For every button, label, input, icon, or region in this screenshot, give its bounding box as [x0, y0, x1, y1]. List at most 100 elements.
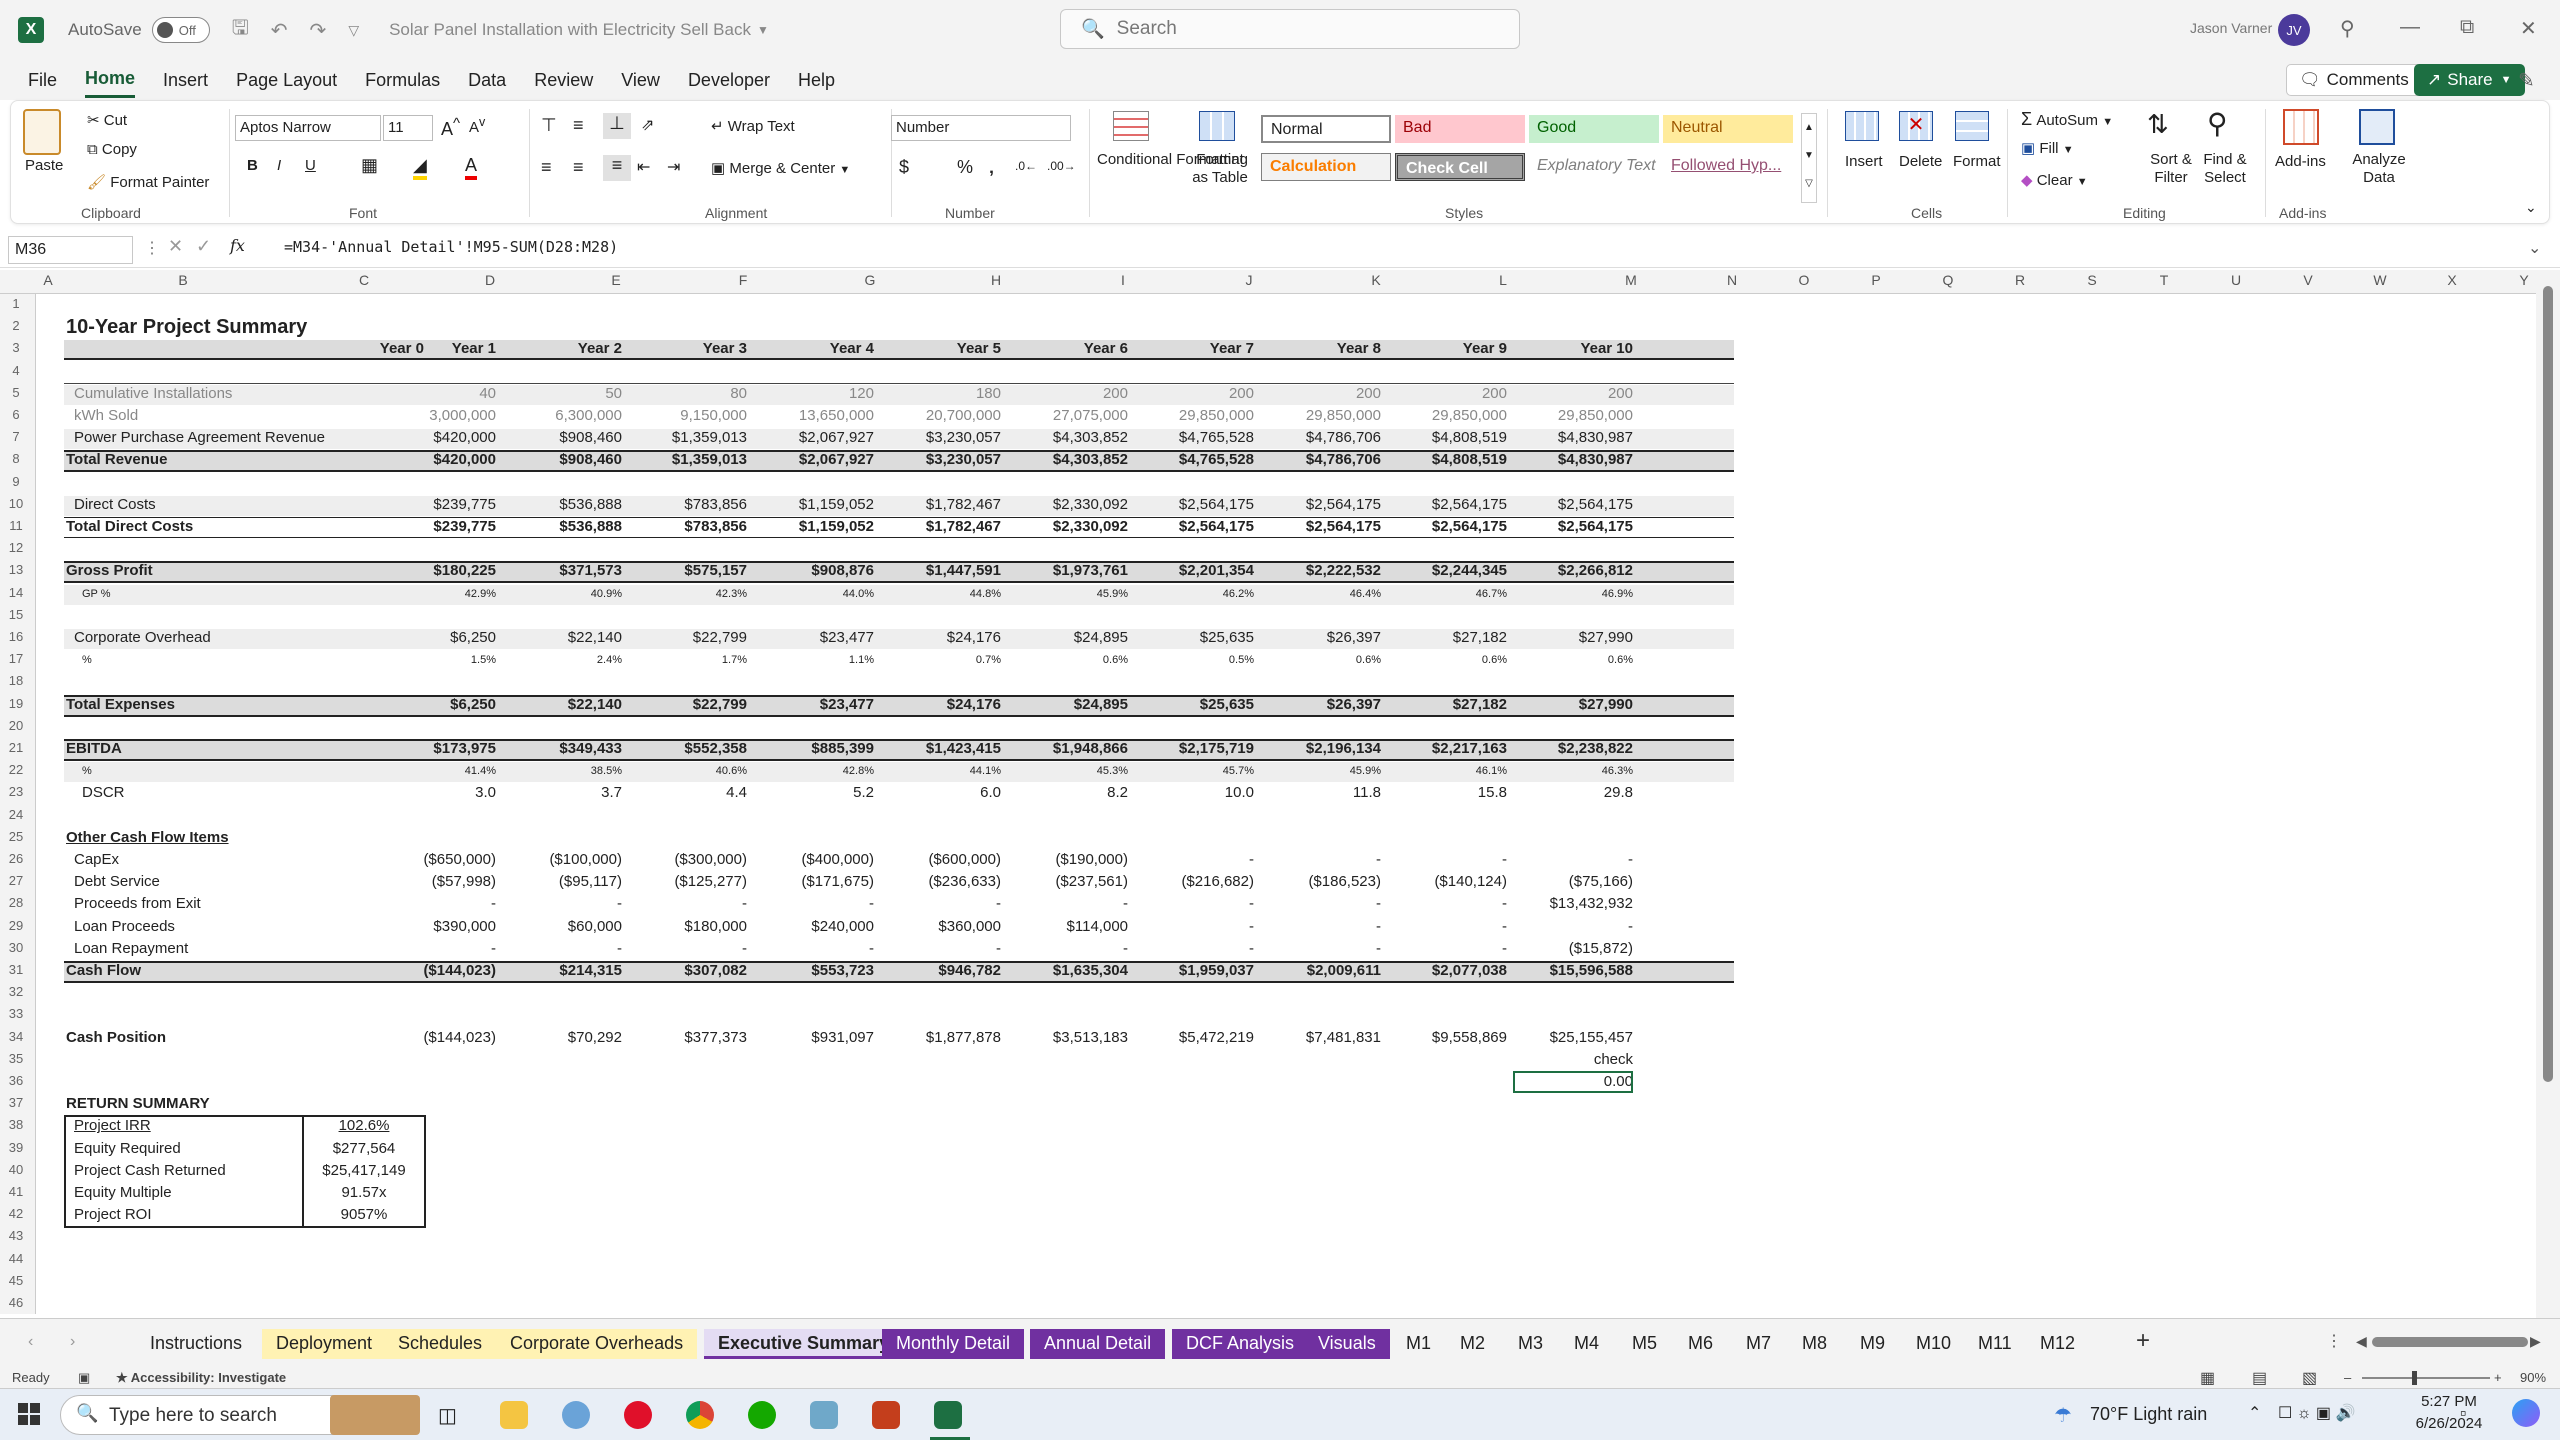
value-cell[interactable]: 45.3% [1008, 760, 1128, 782]
value-cell[interactable]: 200 [1008, 383, 1128, 405]
column-header-R[interactable]: R [2000, 272, 2040, 288]
row-header-22[interactable]: 22 [0, 762, 32, 777]
value-cell[interactable]: $2,564,175 [1261, 516, 1381, 538]
style-neutral[interactable]: Neutral [1663, 115, 1793, 143]
delete-cells-icon[interactable]: ✕ [1899, 111, 1933, 141]
row-header-35[interactable]: 35 [0, 1051, 32, 1066]
italic-icon[interactable]: I [277, 157, 281, 174]
value-cell[interactable]: ($400,000) [754, 849, 874, 871]
copy-button[interactable]: ⧉ Copy [87, 141, 137, 158]
value-cell[interactable]: $114,000 [1008, 916, 1128, 938]
value-cell[interactable]: - [1134, 916, 1254, 938]
tab-m10[interactable]: M10 [1902, 1329, 1965, 1359]
value-cell[interactable]: $1,635,304 [1008, 960, 1128, 982]
accessibility-status[interactable]: ★ Accessibility: Investigate [116, 1370, 286, 1386]
row-header-32[interactable]: 32 [0, 984, 32, 999]
tab-m7[interactable]: M7 [1732, 1329, 1785, 1359]
row-header-18[interactable]: 18 [0, 673, 32, 688]
value-cell[interactable]: 0.6% [1513, 649, 1633, 671]
value-cell[interactable]: - [1008, 938, 1128, 960]
row-header-23[interactable]: 23 [0, 784, 32, 799]
value-cell[interactable]: 15.8 [1387, 782, 1507, 804]
value-cell[interactable]: 80 [627, 383, 747, 405]
paste-icon[interactable] [23, 109, 61, 155]
row-header-7[interactable]: 7 [0, 429, 32, 444]
column-header-L[interactable]: L [1483, 272, 1523, 288]
value-cell[interactable]: 2.4% [502, 649, 622, 671]
tab-m5[interactable]: M5 [1618, 1329, 1671, 1359]
value-cell[interactable]: ($236,633) [881, 871, 1001, 893]
value-cell[interactable]: $552,358 [627, 738, 747, 760]
align-bottom-icon[interactable]: ⊥ [603, 113, 631, 139]
value-cell[interactable]: $420,000 [376, 449, 496, 471]
value-cell[interactable]: 5.2 [754, 782, 874, 804]
font-name-select[interactable]: Aptos Narrow [235, 115, 381, 141]
row-header-15[interactable]: 15 [0, 607, 32, 622]
row-header-26[interactable]: 26 [0, 851, 32, 866]
row-header-3[interactable]: 3 [0, 340, 32, 355]
font-color-icon[interactable]: A [465, 155, 478, 180]
tab-monthly-detail[interactable]: Monthly Detail [882, 1329, 1025, 1359]
number-format-select[interactable]: Number [891, 115, 1071, 141]
worksheet[interactable]: 10-Year Project Summary Year 0 Year 1 Year … [36, 294, 2536, 1314]
value-cell[interactable]: $931,097 [754, 1027, 874, 1049]
tab-m8[interactable]: M8 [1788, 1329, 1841, 1359]
column-header-D[interactable]: D [470, 272, 510, 288]
value-cell[interactable]: $3,513,183 [1008, 1027, 1128, 1049]
analyze-data-icon[interactable] [2359, 109, 2395, 145]
analyze-data-button[interactable]: Analyze Data [2351, 151, 2407, 187]
value-cell[interactable]: $22,799 [627, 627, 747, 649]
value-cell[interactable]: $783,856 [627, 494, 747, 516]
column-header-K[interactable]: K [1356, 272, 1396, 288]
value-cell[interactable]: 0.7% [881, 649, 1001, 671]
tab-instructions[interactable]: Instructions [136, 1329, 256, 1359]
value-cell[interactable]: 20,700,000 [881, 405, 1001, 427]
value-cell[interactable]: $1,359,013 [627, 427, 747, 449]
value-cell[interactable]: $6,250 [376, 694, 496, 716]
value-cell[interactable]: $2,238,822 [1513, 738, 1633, 760]
value-cell[interactable]: 6,300,000 [502, 405, 622, 427]
value-cell[interactable]: $26,397 [1261, 694, 1381, 716]
row-header-16[interactable]: 16 [0, 629, 32, 644]
value-cell[interactable]: $5,472,219 [1134, 1027, 1254, 1049]
add-ins-button[interactable]: Add-ins [2275, 153, 2326, 170]
value-cell[interactable]: $27,182 [1387, 627, 1507, 649]
value-cell[interactable]: $360,000 [881, 916, 1001, 938]
value-cell[interactable]: 1.1% [754, 649, 874, 671]
enter-icon[interactable]: ✓ [196, 236, 211, 257]
increase-font-icon[interactable]: A^ [441, 115, 460, 140]
notification-icon[interactable]: ▫ [2460, 1403, 2466, 1424]
value-cell[interactable]: 29,850,000 [1261, 405, 1381, 427]
column-header-B[interactable]: B [163, 272, 203, 288]
row-header-34[interactable]: 34 [0, 1029, 32, 1044]
menu-review[interactable]: Review [534, 64, 593, 97]
fill-button[interactable]: ▣ Fill ▼ [2021, 139, 2074, 157]
format-cells-icon[interactable] [1955, 111, 1989, 141]
fill-color-icon[interactable]: ◢ [413, 155, 427, 180]
value-cell[interactable]: 46.2% [1134, 583, 1254, 605]
value-cell[interactable]: $390,000 [376, 916, 496, 938]
more-tabs-icon[interactable]: ⋮ [2326, 1331, 2342, 1351]
column-header-F[interactable]: F [723, 272, 763, 288]
value-cell[interactable]: 40.9% [502, 583, 622, 605]
value-cell[interactable]: 9,150,000 [627, 405, 747, 427]
value-cell[interactable]: 200 [1134, 383, 1254, 405]
snipping-tool-icon[interactable] [562, 1401, 590, 1429]
merge-center-button[interactable]: ▣ Merge & Center ▼ [711, 159, 850, 177]
bold-icon[interactable]: B [247, 157, 258, 174]
column-header-E[interactable]: E [596, 272, 636, 288]
increase-decimal-icon[interactable]: .0← [1015, 159, 1037, 173]
value-cell[interactable]: 42.3% [627, 583, 747, 605]
delete-button[interactable]: Delete [1899, 153, 1942, 170]
value-cell[interactable]: $239,775 [376, 494, 496, 516]
value-cell[interactable]: $377,373 [627, 1027, 747, 1049]
style-good[interactable]: Good [1529, 115, 1659, 143]
normal-view-icon[interactable]: ▦ [2200, 1368, 2215, 1388]
value-cell[interactable]: $908,460 [502, 449, 622, 471]
value-cell[interactable]: $4,765,528 [1134, 427, 1254, 449]
opera-icon[interactable] [624, 1401, 652, 1429]
tab-m9[interactable]: M9 [1846, 1329, 1899, 1359]
value-cell[interactable]: 29,850,000 [1387, 405, 1507, 427]
sort-filter-button[interactable]: Sort & Filter [2141, 151, 2201, 187]
value-cell[interactable]: $536,888 [502, 516, 622, 538]
